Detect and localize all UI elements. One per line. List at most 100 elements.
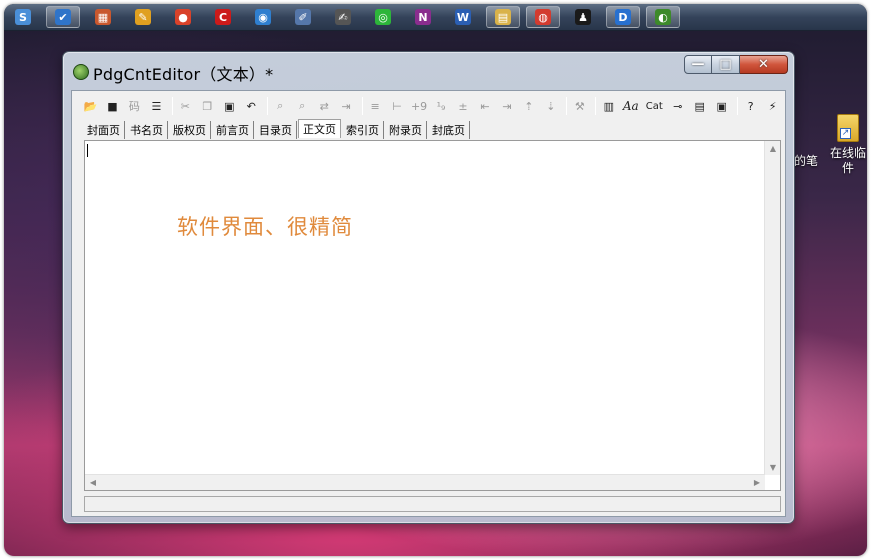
tab-page[interactable]: 前言页 [212,121,254,139]
find-icon[interactable]: ⌕ [271,97,290,116]
pdgcnteditor-icon: ◐ [655,9,671,25]
title-bar[interactable]: PdgCntEditor（文本）* — □ ✕ [63,52,794,90]
insert-page-icon[interactable]: +9 [410,97,429,116]
toolbar-separator [266,97,268,115]
link-icon[interactable]: ⊸ [668,97,687,116]
minimize-icon: — [691,57,705,72]
tab-page[interactable]: 附录页 [385,121,427,139]
wechat-icon: ◎ [375,9,391,25]
scroll-up-icon[interactable]: ▲ [765,144,781,153]
tab-page[interactable]: 封底页 [428,121,470,139]
scroll-left-icon[interactable]: ◀ [85,478,101,487]
replace-icon[interactable]: ⇄ [315,97,334,116]
maximize-button[interactable]: □ [712,55,740,74]
desktop-shortcut[interactable]: ↗ 在线临 件 [826,114,867,176]
move-up-icon[interactable]: ⇡ [519,97,538,116]
onenote-icon: N [415,9,431,25]
app-icon[interactable] [73,64,89,80]
shortcut-arrow-icon: ↗ [840,128,851,139]
undo-icon[interactable]: ↶ [242,97,261,116]
close-button[interactable]: ✕ [740,55,788,74]
taskbar-button[interactable]: ✍ [326,6,360,28]
copy-icon[interactable]: ❐ [198,97,217,116]
chrome-icon: ◍ [535,9,551,25]
preview-icon[interactable]: ▣ [712,97,731,116]
about-icon[interactable]: ⚡ [763,97,782,116]
tab-page[interactable]: 正文页 [298,119,341,138]
plus-minus-icon[interactable]: ± [454,97,473,116]
catalog-icon[interactable]: Cat [643,97,665,116]
toolbar-separator [595,97,597,115]
taskbar-button[interactable]: C [206,6,240,28]
window-icon[interactable]: ▤ [690,97,709,116]
goto-icon[interactable]: ⇥ [337,97,356,116]
globe-icon: ◉ [255,9,271,25]
taskbar-button[interactable]: ◉ [246,6,280,28]
tab-page[interactable]: 封面页 [83,121,125,139]
taskbar-button[interactable]: D [606,6,640,28]
taskbar-button[interactable]: S [6,6,40,28]
tab-page[interactable]: 书名页 [126,121,168,139]
taskbar-button[interactable]: W [446,6,480,28]
columns-icon[interactable]: ▥ [599,97,618,116]
toolbar: 📂 ■ 码 ☰ ✂ ❐ ▣ ↶ ⌕ ⌕ ⇄ ⇥ ≡ ⊢ +9 ¹₉ ± ⇤ ⇥ … [72,93,785,119]
taskbar-button[interactable]: ✔ [46,6,80,28]
scroll-down-icon[interactable]: ▼ [765,463,781,472]
align-icon[interactable]: ≡ [366,97,385,116]
desktop: S ✔ ▦ ✎ ● C ◉ ✐ ✍ ◎ N W ▤ ◍ ♟ D ◐ 的笔 ↗ 在线临 件 PdgCntEdito… [4,4,867,556]
window-controls: — □ ✕ [684,55,788,74]
desktop-icon-label-partial: 的笔 [794,154,819,168]
tab-page[interactable]: 索引页 [342,121,384,139]
taskbar-button[interactable]: ◐ [646,6,680,28]
scroll-right-icon[interactable]: ▶ [749,478,765,487]
status-bar [84,496,781,512]
fox-icon: ● [175,9,191,25]
page-tabs: 封面页 书名页 版权页 前言页 目录页 正文页 索引页 附录页 封底页 [83,119,471,139]
text-caret [87,144,88,157]
text-editor[interactable]: 软件界面、很精简 ▲ ▼ ◀ ▶ [84,140,781,491]
shield-icon: S [15,9,31,25]
client-area: 📂 ■ 码 ☰ ✂ ❐ ▣ ↶ ⌕ ⌕ ⇄ ⇥ ≡ ⊢ +9 ¹₉ ± ⇤ ⇥ … [71,90,786,517]
qq-icon: ♟ [575,9,591,25]
folder-icon: ▤ [495,9,511,25]
tools-icon[interactable]: ⚒ [570,97,589,116]
open-icon[interactable]: 📂 [81,97,100,116]
taskbar-button[interactable]: ◍ [526,6,560,28]
pdgcnteditor-window: PdgCntEditor（文本）* — □ ✕ 📂 ■ 码 ☰ ✂ ❐ ▣ ↶ … [62,51,795,524]
save-icon[interactable]: ■ [103,97,122,116]
horizontal-scrollbar[interactable]: ◀ ▶ [85,474,765,490]
tab-page[interactable]: 目录页 [255,121,297,139]
taskbar-button[interactable]: ◎ [366,6,400,28]
help-icon[interactable]: ? [741,97,760,116]
window-title: PdgCntEditor（文本）* [93,65,274,84]
encoding-icon[interactable]: 码 [125,97,144,116]
desktop-icon-label-line2: 件 [841,161,854,175]
indent-icon[interactable]: ⊢ [388,97,407,116]
qq-browser-icon: ✔ [55,9,71,25]
minimize-button[interactable]: — [684,55,712,74]
vertical-scrollbar[interactable]: ▲ ▼ [764,141,780,475]
level-down-icon[interactable]: ⇥ [497,97,516,116]
taskbar-button[interactable]: ● [166,6,200,28]
toolbar-separator [361,97,363,115]
renumber-icon[interactable]: ¹₉ [432,97,451,116]
taskbar-button[interactable]: ✎ [126,6,160,28]
taskbar-button[interactable]: ▤ [486,6,520,28]
taskbar-button[interactable]: ✐ [286,6,320,28]
level-up-icon[interactable]: ⇤ [475,97,494,116]
taskbar-button[interactable]: ▦ [86,6,120,28]
find-next-icon[interactable]: ⌕ [293,97,312,116]
folder-shortcut-icon: ↗ [837,114,859,142]
notes-icon: ✐ [295,9,311,25]
paste-icon[interactable]: ▣ [220,97,239,116]
toolbar-separator [566,97,568,115]
move-down-icon[interactable]: ⇣ [541,97,560,116]
cut-icon[interactable]: ✂ [176,97,195,116]
word-icon: W [455,9,471,25]
taskbar-button[interactable]: ♟ [566,6,600,28]
outline-icon[interactable]: ☰ [147,97,166,116]
font-icon[interactable]: Aa [621,97,640,116]
paint-icon: ✎ [135,9,151,25]
tab-page[interactable]: 版权页 [169,121,211,139]
taskbar-button[interactable]: N [406,6,440,28]
